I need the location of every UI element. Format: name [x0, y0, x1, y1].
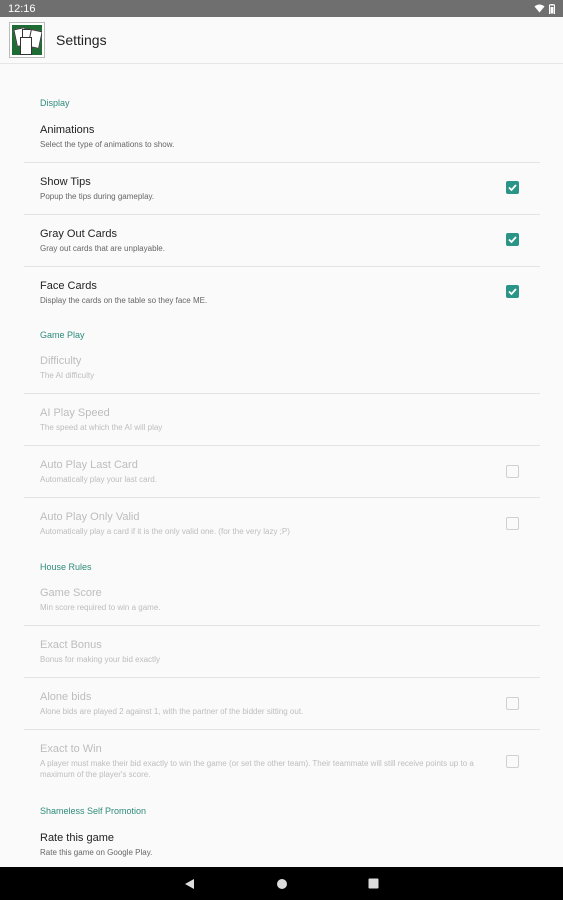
status-icons	[534, 3, 555, 14]
pref-ai-play-speed[interactable]: AI Play Speed The speed at which the AI …	[24, 394, 540, 445]
back-icon[interactable]	[183, 877, 197, 891]
pref-title: Exact to Win	[40, 743, 102, 755]
pref-summary: Automatically play your last card.	[40, 475, 157, 484]
pref-title: Rate this game	[40, 832, 114, 844]
pref-summary: A player must make their bid exactly to …	[40, 759, 474, 779]
exact-to-win-checkbox[interactable]	[506, 755, 519, 768]
pref-summary: The speed at which the AI will play	[40, 423, 163, 432]
pref-exact-to-win[interactable]: Exact to Win A player must make their bi…	[24, 730, 540, 790]
recents-icon[interactable]	[367, 877, 381, 891]
pref-game-score[interactable]: Game Score Min score required to win a g…	[24, 579, 540, 625]
pref-summary: Bonus for making your bid exactly	[40, 655, 161, 664]
show-tips-checkbox[interactable]	[506, 181, 519, 194]
pref-summary: Display the cards on the table so they f…	[40, 296, 208, 305]
auto-play-only-valid-checkbox[interactable]	[506, 517, 519, 530]
section-header-gameplay: Game Play	[40, 330, 85, 340]
pref-title: Gray Out Cards	[40, 228, 118, 240]
pref-title: Animations	[40, 124, 95, 136]
pref-title: Exact Bonus	[40, 639, 102, 651]
pref-difficulty[interactable]: Difficulty The AI difficulty	[24, 347, 540, 393]
settings-list[interactable]: Display Animations Select the type of an…	[0, 64, 563, 867]
alone-bids-checkbox[interactable]	[506, 697, 519, 710]
pref-title: Show Tips	[40, 176, 91, 188]
pref-alone-bids[interactable]: Alone bids Alone bids are played 2 again…	[24, 678, 540, 729]
pref-title: AI Play Speed	[40, 407, 110, 419]
pref-exact-bonus[interactable]: Exact Bonus Bonus for making your bid ex…	[24, 626, 540, 677]
pref-face-cards[interactable]: Face Cards Display the cards on the tabl…	[24, 267, 540, 318]
battery-icon	[549, 3, 555, 14]
pref-summary: The AI difficulty	[40, 371, 95, 380]
pref-title: Alone bids	[40, 691, 92, 703]
app-bar: Settings	[0, 17, 563, 64]
status-bar: 12:16	[0, 0, 563, 17]
pref-summary: Min score required to win a game.	[40, 603, 161, 612]
pref-show-tips[interactable]: Show Tips Popup the tips during gameplay…	[24, 163, 540, 214]
wifi-icon	[534, 4, 545, 13]
pref-title: Difficulty	[40, 355, 82, 367]
pref-animations[interactable]: Animations Select the type of animations…	[24, 117, 540, 162]
pref-auto-play-only-valid[interactable]: Auto Play Only Valid Automatically play …	[24, 498, 540, 549]
auto-play-last-card-checkbox[interactable]	[506, 465, 519, 478]
pref-summary: Automatically play a card if it is the o…	[40, 527, 290, 536]
pref-gray-out-cards[interactable]: Gray Out Cards Gray out cards that are u…	[24, 215, 540, 266]
pref-title: Auto Play Last Card	[40, 459, 138, 471]
pref-title: Game Score	[40, 587, 102, 599]
section-header-promo: Shameless Self Promotion	[40, 806, 147, 816]
pref-summary: Alone bids are played 2 against 1, with …	[40, 707, 304, 716]
pref-title: Auto Play Only Valid	[40, 511, 140, 523]
pref-rate-game[interactable]: Rate this game Rate this game on Google …	[24, 824, 540, 867]
gray-out-cards-checkbox[interactable]	[506, 233, 519, 246]
status-time: 12:16	[8, 2, 36, 15]
pref-summary: Gray out cards that are unplayable.	[40, 244, 165, 253]
pref-title: Face Cards	[40, 280, 97, 292]
home-icon[interactable]	[275, 877, 289, 891]
section-header-display: Display	[40, 98, 70, 108]
app-logo-icon	[10, 23, 44, 57]
face-cards-checkbox[interactable]	[506, 285, 519, 298]
pref-summary: Popup the tips during gameplay.	[40, 192, 155, 201]
navigation-bar	[0, 867, 563, 900]
section-header-house-rules: House Rules	[40, 562, 92, 572]
pref-summary: Rate this game on Google Play.	[40, 848, 153, 857]
pref-auto-play-last-card[interactable]: Auto Play Last Card Automatically play y…	[24, 446, 540, 497]
page-title: Settings	[56, 32, 107, 48]
pref-summary: Select the type of animations to show.	[40, 140, 175, 149]
